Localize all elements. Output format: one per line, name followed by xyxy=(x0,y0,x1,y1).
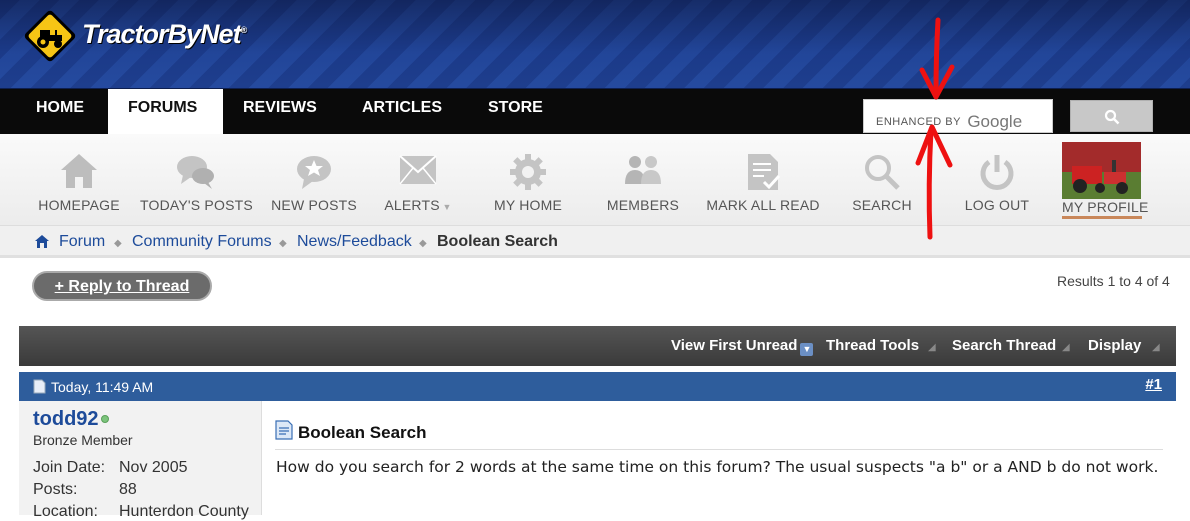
display-menu[interactable]: Display xyxy=(1088,337,1141,354)
people-icon xyxy=(625,156,661,184)
thread-tools-menu[interactable]: Thread Tools xyxy=(826,337,919,354)
chat-bubbles-icon xyxy=(177,156,214,189)
online-status-icon xyxy=(101,415,109,423)
gear-icon xyxy=(510,154,546,190)
toolbar-label: HOMEPAGE xyxy=(38,197,120,213)
envelope-icon xyxy=(399,155,437,185)
toolbar-todays-posts[interactable]: TODAY'S POSTS xyxy=(140,134,253,226)
breadcrumb-separator-icon: ◆ xyxy=(114,238,122,249)
star-bubble-icon xyxy=(297,156,331,189)
breadcrumb-separator-icon: ◆ xyxy=(279,238,287,249)
location-label: Location: xyxy=(33,503,98,520)
toolbar-my-home[interactable]: MY HOME xyxy=(488,134,568,226)
divider xyxy=(275,449,1163,450)
view-first-unread-link[interactable]: View First Unread ▼ xyxy=(671,337,814,356)
user-title: Bronze Member xyxy=(33,432,133,448)
toolbar-label: MEMBERS xyxy=(606,197,680,213)
username-link[interactable]: todd92 xyxy=(33,408,99,431)
profile-photo[interactable] xyxy=(1062,142,1141,199)
toolbar-new-posts[interactable]: NEW POSTS xyxy=(268,134,360,226)
breadcrumb: Forum ◆ Community Forums ◆ News/Feedback… xyxy=(0,226,1190,258)
home-icon[interactable] xyxy=(34,234,50,249)
toolbar-label: SEARCH xyxy=(852,197,912,213)
reply-to-thread-button[interactable]: + Reply to Thread xyxy=(32,271,212,301)
search-input[interactable]: ENHANCED BY Google xyxy=(863,99,1053,133)
chevron-down-icon: ◢ xyxy=(1152,342,1160,353)
posts-value: 88 xyxy=(119,481,137,498)
nav-tab-reviews[interactable]: REVIEWS xyxy=(223,89,337,134)
toolbar-members[interactable]: MEMBERS xyxy=(602,134,684,226)
document-icon xyxy=(275,420,293,440)
main-nav: HOME FORUMS REVIEWS ARTICLES STORE ENHAN… xyxy=(0,89,1190,134)
chevron-down-icon: ▼ xyxy=(439,202,452,212)
post-icon xyxy=(33,379,46,394)
nav-tab-home[interactable]: HOME xyxy=(16,89,104,134)
tractor-logo-icon xyxy=(22,8,76,62)
post-body: Boolean Search How do you search for 2 w… xyxy=(262,401,1176,515)
toolbar-label: MY HOME xyxy=(493,197,563,213)
search-icon xyxy=(1104,109,1120,125)
join-date-value: Nov 2005 xyxy=(119,459,188,476)
join-date-label: Join Date: xyxy=(33,459,106,476)
post-header: Today, 11:49 AM #1 xyxy=(19,372,1176,401)
brand-name: TractorByNet® xyxy=(82,18,247,49)
search-button[interactable] xyxy=(1070,100,1153,132)
toolbar-label: TODAY'S POSTS xyxy=(140,197,253,213)
toolbar-label: NEW POSTS xyxy=(271,197,357,213)
post-user-info: todd92 Bronze Member Join Date: Nov 2005… xyxy=(19,401,262,520)
breadcrumb-current: Boolean Search xyxy=(437,233,558,250)
power-icon xyxy=(980,155,1014,190)
posts-label: Posts: xyxy=(33,481,78,498)
post-title: Boolean Search xyxy=(298,423,427,442)
nav-tab-forums[interactable]: FORUMS xyxy=(108,89,223,134)
forum-toolbar: HOMEPAGE TODAY'S POSTS NEW POSTS ALERTS … xyxy=(0,134,1190,226)
search-placeholder: ENHANCED BY Google xyxy=(876,112,1023,131)
breadcrumb-community-forums[interactable]: Community Forums xyxy=(132,233,272,251)
toolbar-alerts[interactable]: ALERTS ▼ xyxy=(380,134,456,226)
breadcrumb-separator-icon: ◆ xyxy=(419,238,427,249)
thread-tools-bar: View First Unread ▼ Thread Tools ◢ Search… xyxy=(19,326,1176,366)
breadcrumb-news-feedback[interactable]: News/Feedback xyxy=(297,233,412,251)
toolbar-homepage[interactable]: HOMEPAGE xyxy=(36,134,122,226)
magnifier-icon xyxy=(865,155,900,190)
toolbar-label: ALERTS ▼ xyxy=(384,197,452,213)
chevron-down-icon: ◢ xyxy=(928,342,936,353)
nav-tab-store[interactable]: STORE xyxy=(468,89,563,134)
toolbar-label: MY PROFILE xyxy=(1062,199,1148,219)
post-message: How do you search for 2 words at the sam… xyxy=(276,458,1159,476)
location-value: Hunterdon County xyxy=(119,503,249,520)
first-unread-icon: ▼ xyxy=(800,343,814,356)
post-permalink[interactable]: #1 xyxy=(1145,376,1162,393)
toolbar-label: MARK ALL READ xyxy=(706,197,820,213)
house-icon xyxy=(61,154,97,188)
toolbar-mark-all-read[interactable]: MARK ALL READ xyxy=(704,134,822,226)
toolbar-label: LOG OUT xyxy=(964,197,1030,213)
post-date: Today, 11:49 AM xyxy=(51,379,154,395)
breadcrumb-forum[interactable]: Forum xyxy=(59,233,105,251)
search-thread-menu[interactable]: Search Thread xyxy=(952,337,1056,354)
nav-tab-articles[interactable]: ARTICLES xyxy=(342,89,462,134)
document-check-icon xyxy=(748,154,781,190)
toolbar-search[interactable]: SEARCH xyxy=(850,134,914,226)
chevron-down-icon: ◢ xyxy=(1062,342,1070,353)
toolbar-log-out[interactable]: LOG OUT xyxy=(962,134,1032,226)
site-logo[interactable]: TractorByNet® xyxy=(22,8,247,62)
results-count: Results 1 to 4 of 4 xyxy=(1057,273,1170,289)
